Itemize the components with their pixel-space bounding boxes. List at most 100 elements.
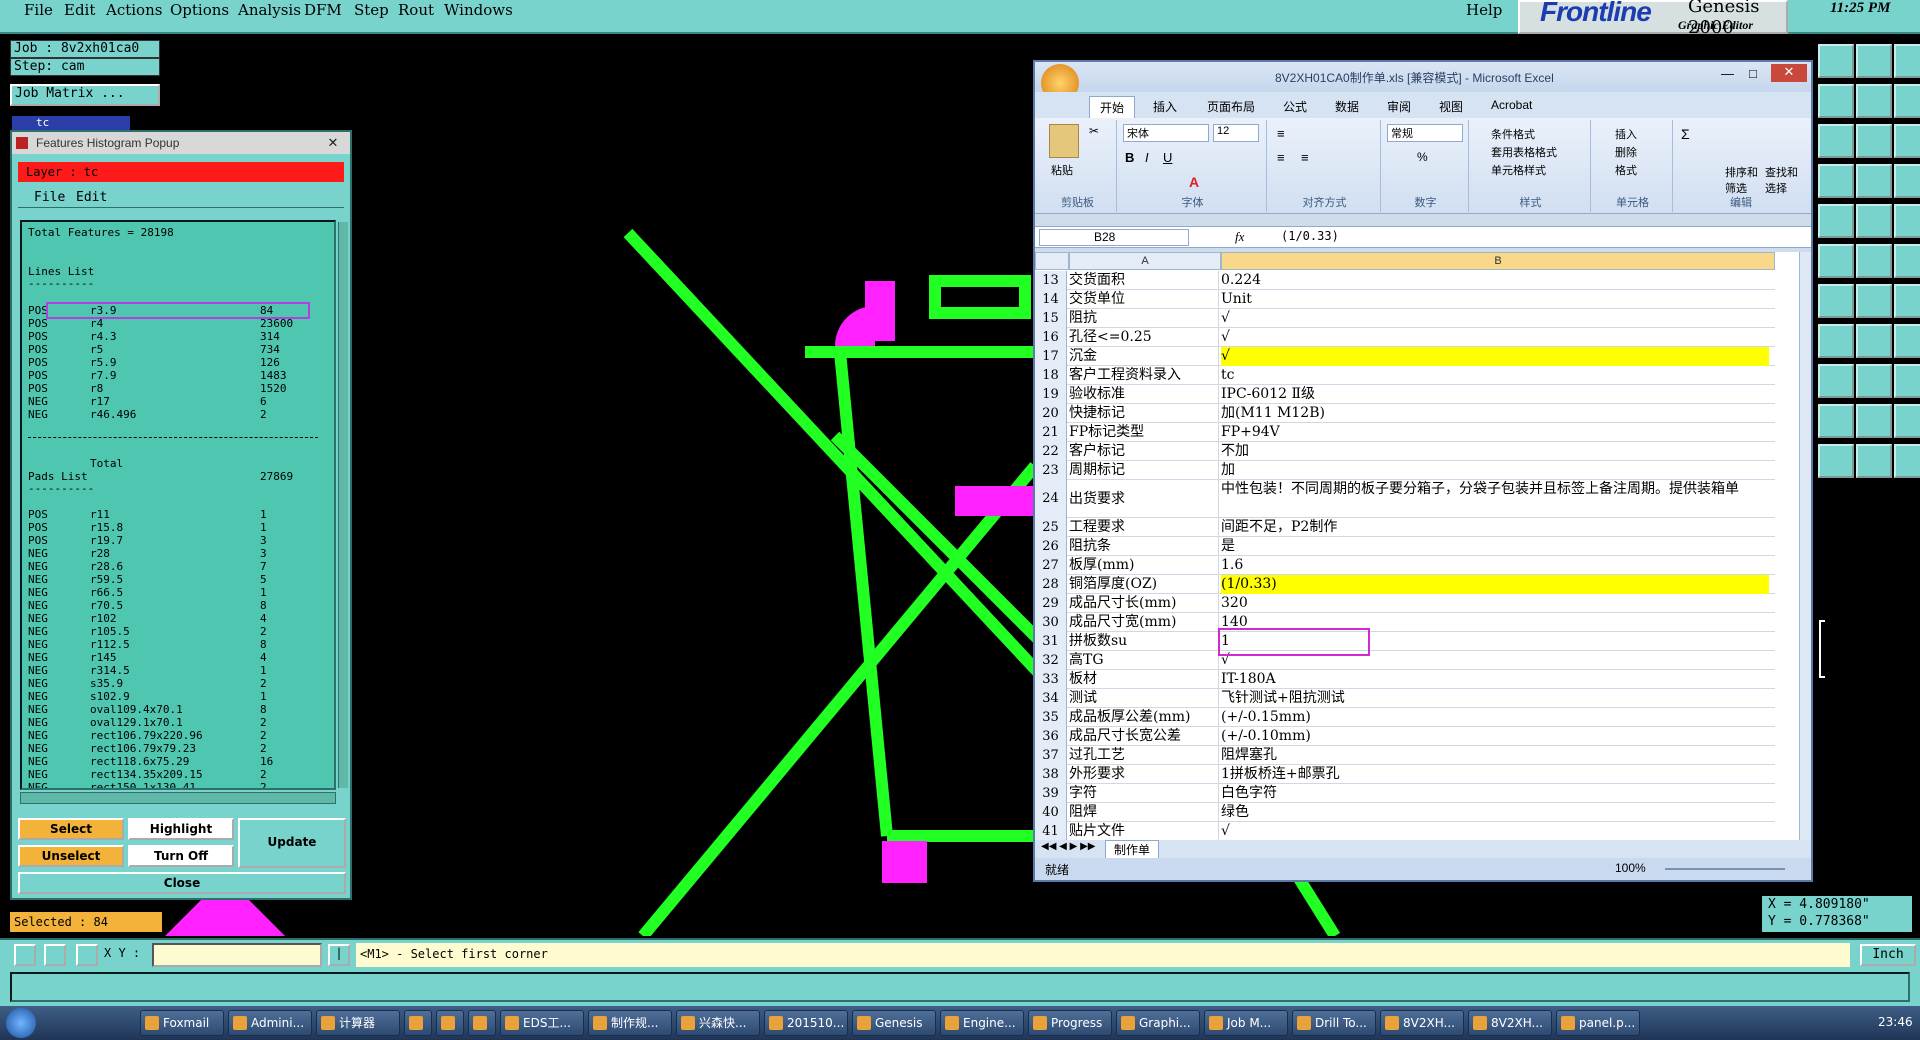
select-icon[interactable] bbox=[1856, 244, 1892, 278]
cell-b[interactable]: √ bbox=[1221, 347, 1769, 366]
row-number[interactable]: 39 bbox=[1035, 784, 1067, 803]
pad2-icon[interactable] bbox=[1856, 364, 1892, 398]
taskbar-item[interactable]: 计算器 bbox=[316, 1010, 400, 1036]
record-icon[interactable] bbox=[1856, 204, 1892, 238]
scale-icon[interactable] bbox=[1818, 124, 1854, 158]
xy-input[interactable] bbox=[152, 943, 322, 967]
row-number[interactable]: 13 bbox=[1035, 271, 1067, 290]
row-number[interactable]: 40 bbox=[1035, 803, 1067, 822]
cell-a[interactable]: 客户标记 bbox=[1069, 442, 1219, 461]
paste-icon[interactable] bbox=[1049, 124, 1079, 158]
row-number[interactable]: 30 bbox=[1035, 613, 1067, 632]
row-number[interactable]: 27 bbox=[1035, 556, 1067, 575]
taskbar-item[interactable] bbox=[436, 1010, 464, 1036]
italic-icon[interactable]: I bbox=[1145, 150, 1149, 165]
close-icon[interactable]: ✕ bbox=[1771, 64, 1807, 82]
cell-b[interactable]: 加 bbox=[1221, 461, 1769, 480]
cell-a[interactable]: 字符 bbox=[1069, 784, 1219, 803]
triangle-icon[interactable] bbox=[1818, 404, 1854, 438]
row-number[interactable]: 32 bbox=[1035, 651, 1067, 670]
cell-b[interactable]: 绿色 bbox=[1221, 803, 1769, 822]
units-toggle[interactable]: Inch bbox=[1860, 944, 1916, 966]
copy-icon[interactable] bbox=[1856, 44, 1892, 78]
cell-b[interactable]: √ bbox=[1221, 822, 1769, 840]
taskbar-item[interactable] bbox=[404, 1010, 432, 1036]
close-button[interactable]: Close bbox=[18, 872, 346, 894]
taskbar-item[interactable]: 201510... bbox=[764, 1010, 848, 1036]
flag-icon[interactable] bbox=[1894, 324, 1920, 358]
popup-menu-edit[interactable]: Edit bbox=[76, 190, 107, 205]
list-scrollbar[interactable] bbox=[338, 222, 348, 788]
cell-a[interactable]: 客户工程资料录入 bbox=[1069, 366, 1219, 385]
cursor-icon[interactable] bbox=[1818, 444, 1854, 478]
font-color-icon[interactable]: A bbox=[1189, 174, 1199, 190]
layer-icon[interactable] bbox=[1894, 364, 1920, 398]
move-icon[interactable] bbox=[1894, 124, 1920, 158]
taskbar-item[interactable]: 兴森快... bbox=[676, 1010, 760, 1036]
conditional-format-button[interactable]: 条件格式 bbox=[1491, 126, 1535, 142]
arc-icon[interactable] bbox=[1818, 324, 1854, 358]
taskbar-item[interactable]: Engine... bbox=[940, 1010, 1024, 1036]
menu-file[interactable]: File bbox=[24, 1, 53, 19]
cell-b[interactable]: 白色字符 bbox=[1221, 784, 1769, 803]
taskbar-item[interactable]: EDS工... bbox=[500, 1010, 584, 1036]
pad-icon[interactable] bbox=[1818, 364, 1854, 398]
vertical-scrollbar[interactable] bbox=[1799, 252, 1811, 840]
cell-b[interactable]: FP+94V bbox=[1221, 423, 1769, 442]
job-matrix-button[interactable]: Job Matrix ... bbox=[10, 84, 160, 106]
cell-b[interactable]: IT-180A bbox=[1221, 670, 1769, 689]
help-icon[interactable] bbox=[1856, 124, 1892, 158]
features-list[interactable]: Total Features = 28198 Lines List ------… bbox=[20, 220, 336, 790]
graph-icon[interactable] bbox=[1818, 164, 1854, 198]
column-header-a[interactable]: A bbox=[1069, 252, 1221, 270]
tab-insert[interactable]: 插入 bbox=[1153, 98, 1177, 115]
turn-off-button[interactable]: Turn Off bbox=[128, 845, 234, 867]
cell-a[interactable]: 出货要求 bbox=[1069, 480, 1219, 518]
row-number[interactable]: 19 bbox=[1035, 385, 1067, 404]
menu-help[interactable]: Help bbox=[1466, 1, 1502, 19]
grid-icon[interactable] bbox=[76, 944, 98, 966]
cell-a[interactable]: 交货单位 bbox=[1069, 290, 1219, 309]
delete-cells-button[interactable]: 删除 bbox=[1615, 144, 1637, 160]
align-top-icon[interactable]: ≡ bbox=[1277, 126, 1285, 141]
menu-edit[interactable]: Edit bbox=[64, 1, 95, 19]
home-icon[interactable] bbox=[1894, 44, 1920, 78]
taskbar-item[interactable]: 8V2XH... bbox=[1380, 1010, 1464, 1036]
row-number[interactable]: 18 bbox=[1035, 366, 1067, 385]
font-name-select[interactable]: 宋体 bbox=[1123, 124, 1209, 142]
format-cells-button[interactable]: 格式 bbox=[1615, 162, 1637, 178]
fill-icon[interactable] bbox=[1856, 284, 1892, 318]
row-number[interactable]: 31 bbox=[1035, 632, 1067, 651]
cell-a[interactable]: 高TG bbox=[1069, 651, 1219, 670]
row-number[interactable]: 35 bbox=[1035, 708, 1067, 727]
taskbar-item[interactable]: Drill To... bbox=[1292, 1010, 1376, 1036]
row-number[interactable]: 16 bbox=[1035, 328, 1067, 347]
corner-cell[interactable] bbox=[1035, 252, 1069, 270]
cell-a[interactable]: 测试 bbox=[1069, 689, 1219, 708]
cell-b[interactable]: (+/-0.10mm) bbox=[1221, 727, 1769, 746]
cell-style-button[interactable]: 单元格样式 bbox=[1491, 162, 1546, 178]
cell-b[interactable]: √ bbox=[1221, 328, 1769, 347]
align-center-icon[interactable]: ≡ bbox=[1301, 150, 1309, 165]
taskbar-item[interactable]: Progress bbox=[1028, 1010, 1112, 1036]
sort-filter-button[interactable]: 排序和筛选 bbox=[1725, 164, 1761, 196]
cell-b[interactable]: 加(M11 M12B) bbox=[1221, 404, 1769, 423]
cell-a[interactable]: 交货面积 bbox=[1069, 271, 1219, 290]
tab-home[interactable]: 开始 bbox=[1089, 96, 1136, 119]
cell-a[interactable]: 成品尺寸长宽公差 bbox=[1069, 727, 1219, 746]
start-button[interactable] bbox=[6, 1008, 36, 1038]
menu-analysis[interactable]: Analysis bbox=[238, 1, 301, 19]
cell-b[interactable]: (1/0.33) bbox=[1221, 575, 1769, 594]
function-icon[interactable]: fx bbox=[1235, 229, 1244, 245]
find-select-button[interactable]: 查找和选择 bbox=[1765, 164, 1801, 196]
cell-a[interactable]: 成品尺寸宽(mm) bbox=[1069, 613, 1219, 632]
row-number[interactable]: 36 bbox=[1035, 727, 1067, 746]
taskbar-item[interactable]: panel.p... bbox=[1556, 1010, 1640, 1036]
angle-icon[interactable] bbox=[1894, 284, 1920, 318]
menu-rout[interactable]: Rout bbox=[398, 1, 434, 19]
trace-icon[interactable] bbox=[1856, 404, 1892, 438]
sheet-tab-zhizuodan[interactable]: 制作单 bbox=[1105, 840, 1160, 859]
taskbar-item[interactable]: Genesis bbox=[852, 1010, 936, 1036]
close-icon[interactable]: ✕ bbox=[318, 133, 348, 153]
zoom-icon[interactable] bbox=[1818, 44, 1854, 78]
